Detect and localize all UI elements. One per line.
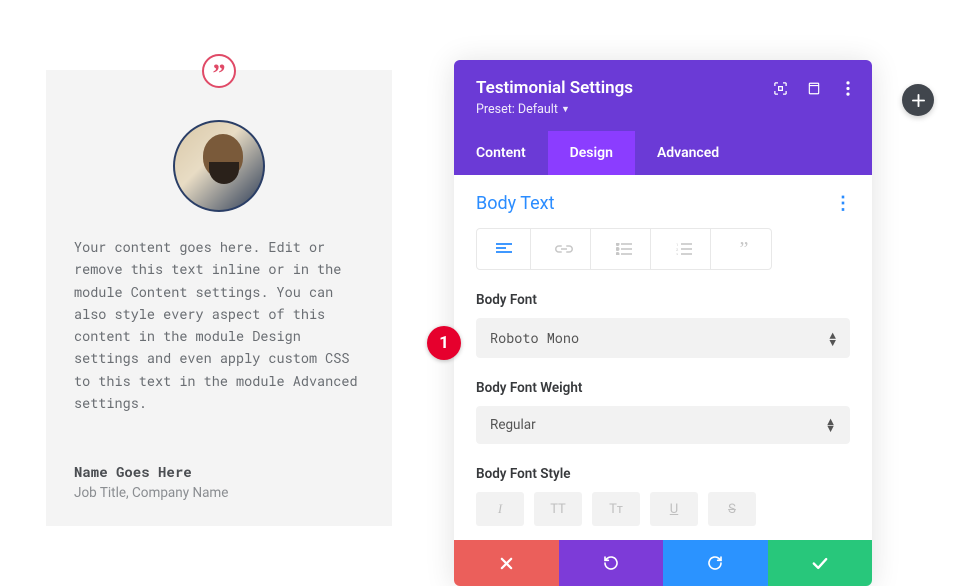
testimonial-card: ” Your content goes here. Edit or remove… (46, 70, 392, 526)
add-button[interactable] (902, 84, 934, 116)
select-caret-icon: ▲▼ (825, 419, 836, 431)
section-title[interactable]: Body Text (476, 193, 555, 214)
save-button[interactable] (768, 540, 873, 586)
tab-design[interactable]: Design (548, 131, 635, 175)
cancel-button[interactable] (454, 540, 559, 586)
panel-header: Testimonial Settings Preset: Default ▼ (454, 60, 872, 131)
quote-icon: ” (202, 54, 236, 88)
ordered-list-icon[interactable]: 123 (657, 229, 711, 269)
avatar (173, 120, 265, 212)
uppercase-button[interactable]: TT (534, 492, 582, 526)
testimonial-title: Job Title, Company Name (74, 485, 364, 501)
text-format-toolbar: 123 ” (476, 228, 772, 270)
svg-text:3: 3 (676, 252, 678, 255)
testimonial-body[interactable]: Your content goes here. Edit or remove t… (74, 236, 364, 414)
expand-icon[interactable] (772, 80, 788, 96)
responsive-icon[interactable] (806, 80, 822, 96)
link-icon[interactable] (537, 229, 591, 269)
panel-footer (454, 540, 872, 586)
body-font-weight-label: Body Font Weight (476, 380, 850, 396)
align-left-icon[interactable] (477, 229, 531, 269)
testimonial-name: Name Goes Here (74, 462, 364, 481)
panel-body: Body Text ⋮ 123 ” Body Font Roboto Mono … (454, 175, 872, 540)
redo-button[interactable] (663, 540, 768, 586)
preset-dropdown[interactable]: Preset: Default ▼ (476, 102, 850, 117)
unordered-list-icon[interactable] (597, 229, 651, 269)
tab-advanced[interactable]: Advanced (635, 131, 741, 175)
section-menu-icon[interactable]: ⋮ (834, 193, 850, 214)
font-style-toolbar: I TT Tᴛ U S (476, 492, 850, 526)
settings-panel: Testimonial Settings Preset: Default ▼ C… (454, 60, 872, 586)
underline-button[interactable]: U (650, 492, 698, 526)
callout-marker-1: 1 (427, 326, 461, 360)
body-font-style-label: Body Font Style (476, 466, 850, 482)
body-font-label: Body Font (476, 292, 850, 308)
more-icon[interactable] (840, 80, 856, 96)
blockquote-icon[interactable]: ” (717, 229, 771, 269)
body-font-select[interactable]: Roboto Mono ▲▼ (476, 318, 850, 358)
tabs: Content Design Advanced (454, 131, 872, 175)
smallcaps-button[interactable]: Tᴛ (592, 492, 640, 526)
select-caret-icon: ▲▼ (829, 332, 836, 344)
chevron-down-icon: ▼ (561, 105, 570, 115)
strikethrough-button[interactable]: S (708, 492, 756, 526)
tab-content[interactable]: Content (454, 131, 548, 175)
undo-button[interactable] (559, 540, 664, 586)
body-font-weight-select[interactable]: Regular ▲▼ (476, 406, 850, 444)
italic-button[interactable]: I (476, 492, 524, 526)
